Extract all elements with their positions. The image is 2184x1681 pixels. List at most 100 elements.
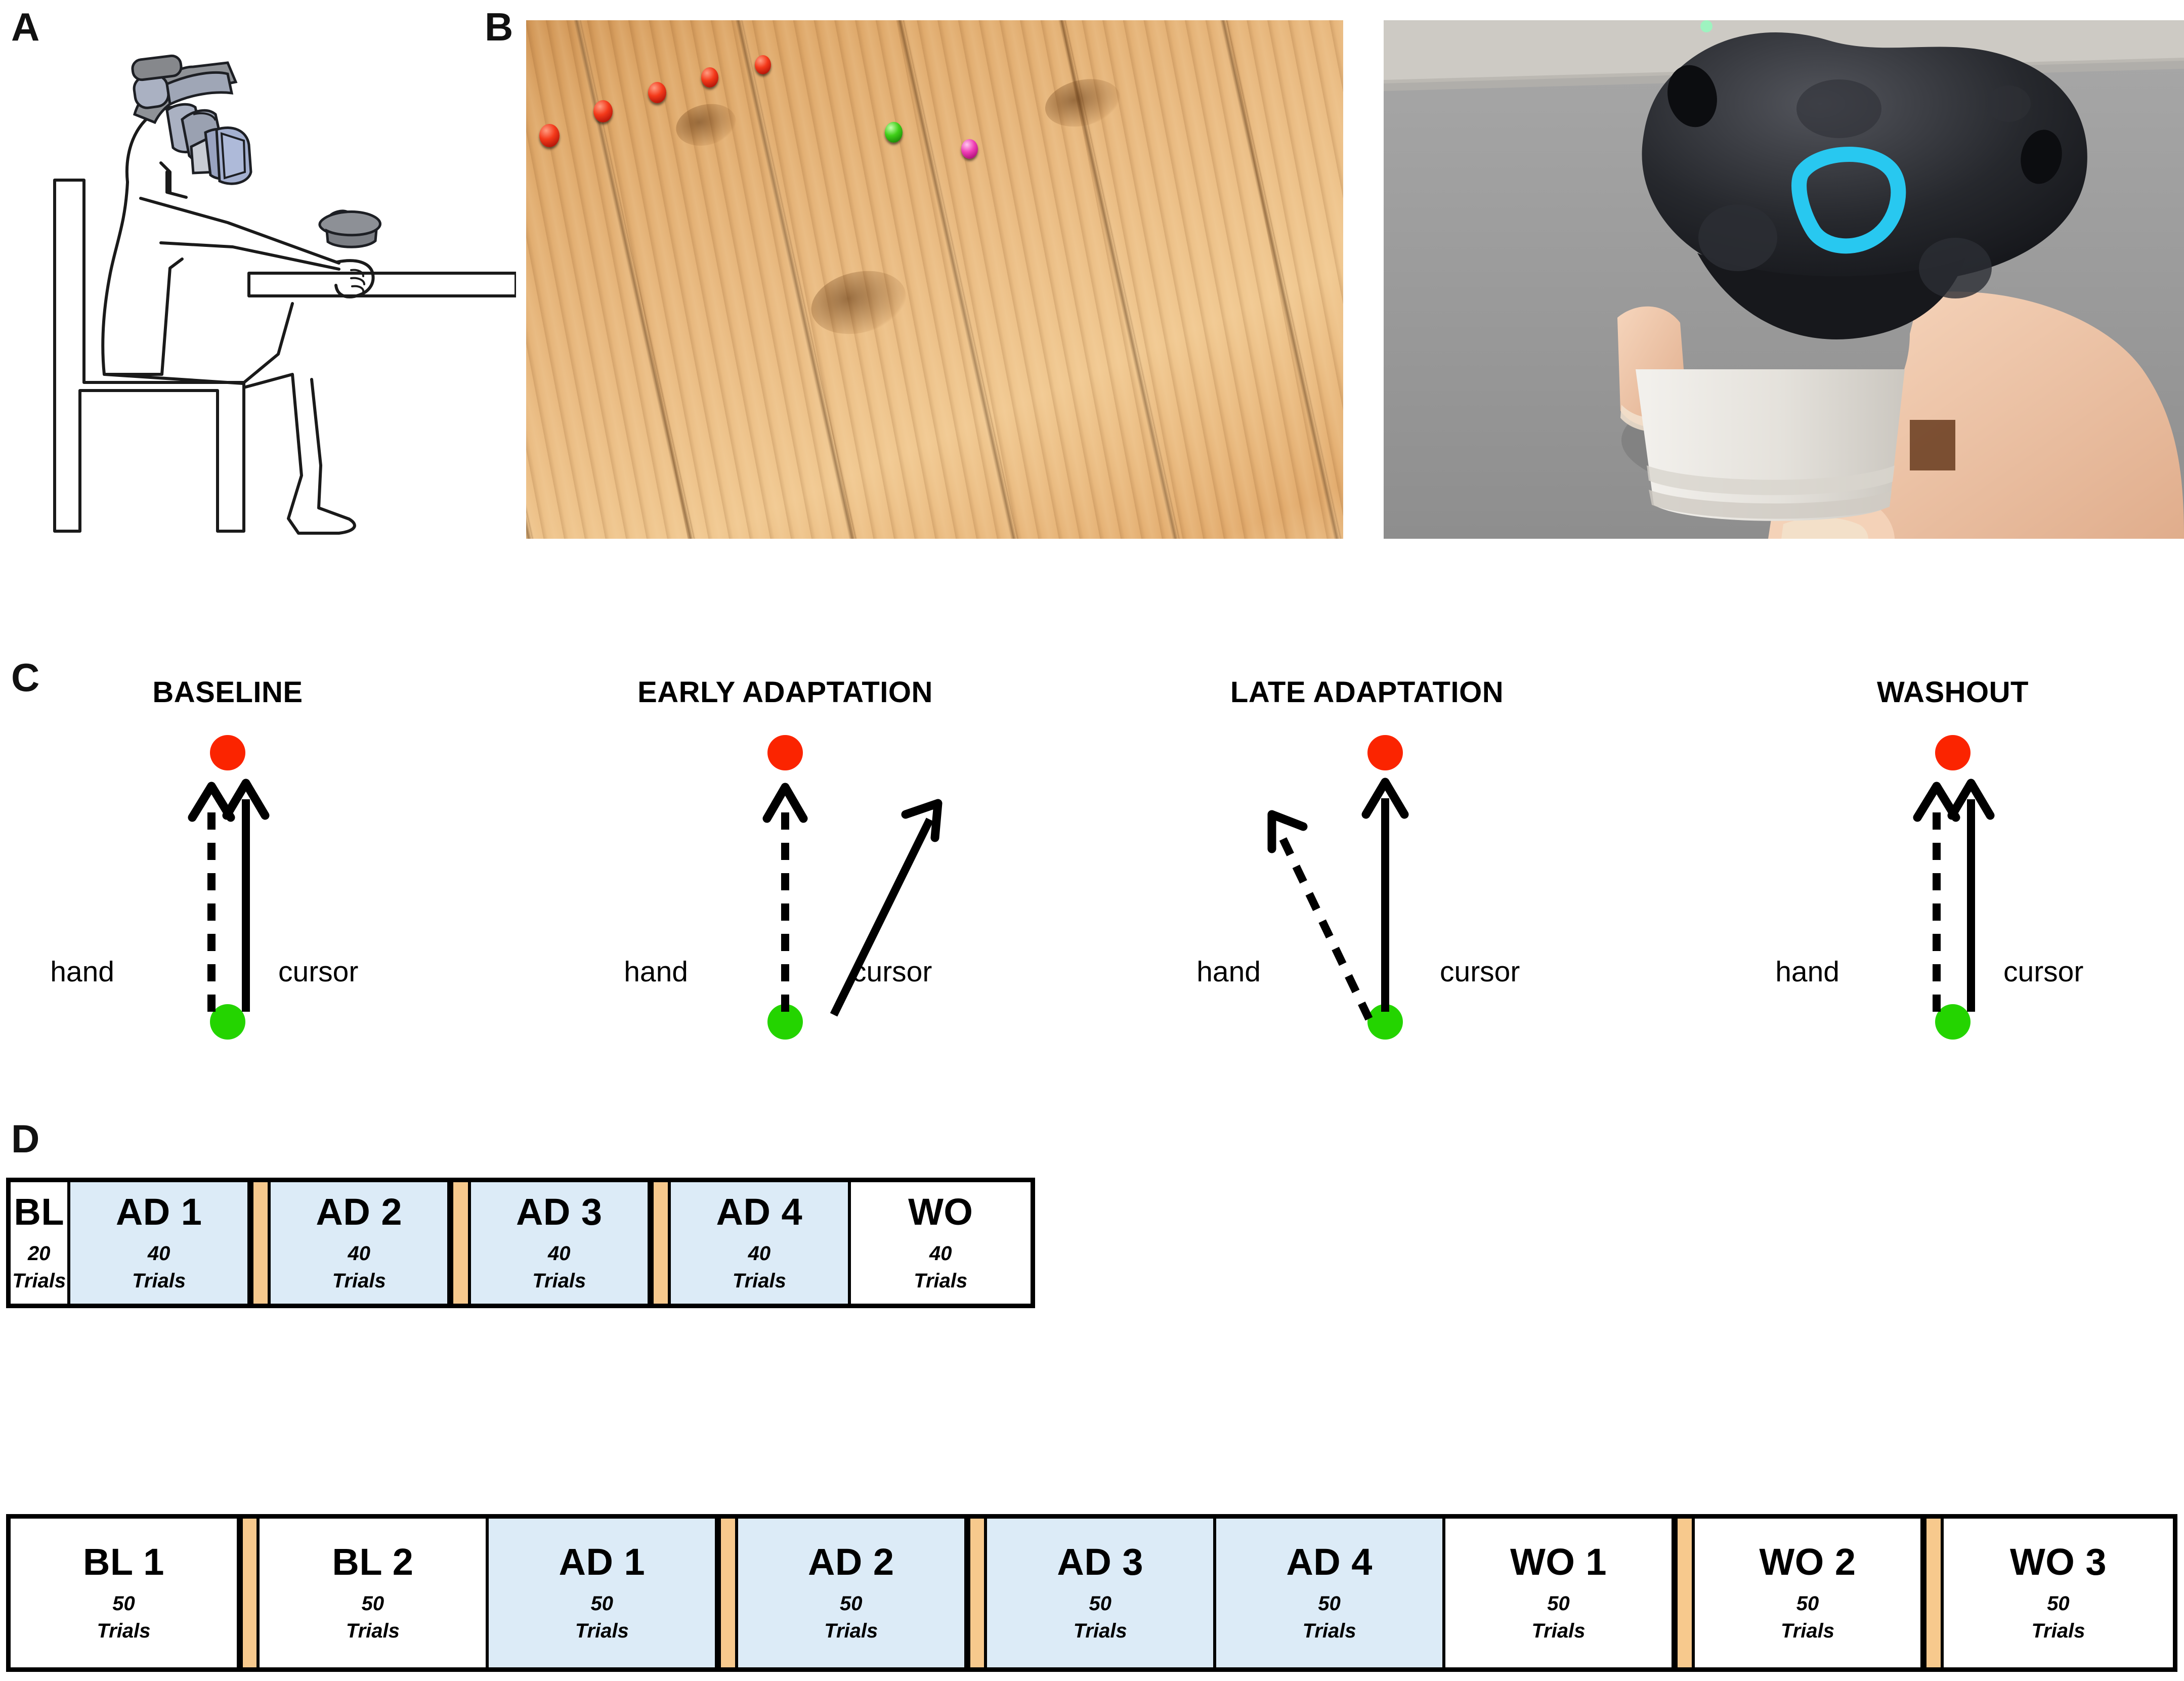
timeline-block-wo-2: WO 2 50 Trials — [1694, 1519, 1924, 1667]
timeline-block-ad-3: AD 3 50 Trials — [987, 1519, 1217, 1667]
block-trial-unit: Trials — [914, 1269, 968, 1292]
tracker-dimple-2 — [1919, 238, 1992, 298]
block-name: AD 1 — [559, 1541, 646, 1583]
block-trial-count: 40 — [748, 1242, 771, 1265]
condition-title: LATE ADAPTATION — [1230, 676, 1504, 709]
block-trial-unit: Trials — [824, 1619, 878, 1642]
timeline-block-ad-2: AD 2 40 Trials — [271, 1182, 451, 1304]
timeline-block-ad-4: AD 4 40 Trials — [671, 1182, 851, 1304]
hand-label: hand — [1196, 956, 1261, 988]
back-torso — [101, 181, 163, 376]
target-sphere-red-1 — [539, 124, 560, 147]
condition-diagram-washout: hand cursor — [1775, 735, 2083, 1040]
condition-diagram-baseline: hand cursor — [50, 735, 358, 1040]
rest-break — [450, 1182, 471, 1304]
timeline-block-ad-1: AD 1 40 Trials — [70, 1182, 250, 1304]
block-name: AD 4 — [1286, 1541, 1373, 1583]
headset-top-strap — [131, 54, 183, 81]
block-trial-unit: Trials — [12, 1269, 66, 1292]
timeline-block-bl: BL 20 Trials — [11, 1182, 71, 1304]
condition-title: EARLY ADAPTATION — [637, 676, 933, 709]
target-dot — [210, 735, 245, 770]
tracker-led — [1700, 20, 1712, 32]
block-trial-unit: Trials — [332, 1269, 386, 1292]
panel-d-protocol-timelines: BL 20 Trials AD 1 40 Trials AD 2 40 Trials AD 3 40… — [0, 1098, 2184, 1681]
block-trial-unit: Trials — [575, 1619, 629, 1642]
condition-early-adaptation: EARLY ADAPTATION hand cursor — [512, 658, 1058, 1072]
block-trial-unit: Trials — [346, 1619, 400, 1642]
target-dot — [767, 735, 803, 770]
timeline-block-wo: WO 40 Trials — [850, 1182, 1031, 1304]
target-sphere-red-3 — [648, 82, 666, 103]
condition-late-adaptation: LATE ADAPTATION hand cursor — [1094, 658, 1640, 1072]
condition-washout: WASHOUT hand cursor — [1680, 658, 2184, 1072]
leg-and-foot — [242, 373, 356, 535]
panel-letter-b: B — [485, 5, 513, 49]
timeline-block-wo-1: WO 1 50 Trials — [1445, 1519, 1675, 1667]
block-trial-count: 50 — [590, 1592, 614, 1615]
target-sphere-red-2 — [593, 100, 613, 122]
timeline-block-ad-3: AD 3 40 Trials — [470, 1182, 651, 1304]
block-trial-count: 50 — [1547, 1592, 1570, 1615]
block-name: WO — [908, 1191, 973, 1233]
vr-scene-screenshot — [526, 20, 1343, 539]
block-trial-unit: Trials — [2031, 1619, 2085, 1642]
tracker-dimple-1 — [1698, 204, 1777, 271]
panel-a-setup-illustration — [15, 20, 518, 541]
hand-path-dashed — [1276, 831, 1373, 1021]
hip-front — [160, 257, 184, 376]
block-trial-count: 50 — [2047, 1592, 2070, 1615]
timeline-block-bl-1: BL 1 50 Trials — [11, 1519, 240, 1667]
block-trial-count: 40 — [147, 1242, 170, 1265]
block-name: AD 3 — [1057, 1541, 1144, 1583]
condition-title: BASELINE — [152, 676, 303, 709]
panel-b-stimuli — [526, 20, 2184, 539]
experiment-2-timeline: BL 1 50 Trials BL 2 50 Trials AD 1 50 Trials AD 2… — [6, 1514, 2177, 1672]
cursor-label: cursor — [2003, 956, 2083, 988]
block-name: AD 3 — [516, 1191, 603, 1233]
panel-c-conditions: BASELINE hand cursor EARLY ADAPTATION ha… — [0, 658, 2184, 1072]
block-trial-count: 20 — [27, 1242, 51, 1265]
block-name: AD 2 — [807, 1541, 894, 1583]
target-sphere-red-4 — [701, 67, 718, 88]
condition-diagram-early-adaptation: hand cursor — [624, 735, 943, 1040]
block-trial-unit: Trials — [1302, 1619, 1356, 1642]
block-trial-unit: Trials — [1780, 1619, 1834, 1642]
cursor-sphere-magenta — [961, 139, 978, 159]
timeline-block-bl-2: BL 2 50 Trials — [260, 1519, 489, 1667]
block-trial-count: 40 — [929, 1242, 952, 1265]
block-trial-count: 50 — [112, 1592, 135, 1615]
block-trial-count: 40 — [348, 1242, 370, 1265]
chair-outline — [53, 179, 245, 533]
block-name: AD 1 — [115, 1191, 202, 1233]
rest-break — [239, 1519, 260, 1667]
block-trial-unit: Trials — [132, 1269, 186, 1292]
rest-break — [1674, 1519, 1695, 1667]
thigh — [103, 302, 294, 385]
timeline-block-wo-3: WO 3 50 Trials — [1943, 1519, 2173, 1667]
block-trial-count: 50 — [840, 1592, 863, 1615]
block-trial-unit: Trials — [532, 1269, 586, 1292]
block-name: BL 2 — [332, 1541, 414, 1583]
tracker-dimple-3 — [1796, 79, 1881, 138]
block-name: AD 4 — [716, 1191, 803, 1233]
block-trial-count: 50 — [1796, 1592, 1819, 1615]
hand-and-tracker-photo — [1384, 20, 2184, 539]
condition-diagram-late-adaptation: hand cursor — [1196, 735, 1520, 1040]
hand-label: hand — [50, 956, 114, 988]
block-trial-unit: Trials — [1531, 1619, 1586, 1642]
target-dot — [1367, 735, 1403, 770]
block-name: WO 1 — [1510, 1541, 1607, 1583]
block-name: BL — [14, 1191, 65, 1233]
vr-headset — [131, 54, 252, 185]
block-name: WO 2 — [1759, 1541, 1856, 1583]
hand-label: hand — [624, 956, 688, 988]
condition-baseline: BASELINE hand cursor — [0, 658, 501, 1072]
block-name: BL 1 — [82, 1541, 164, 1583]
vr-wooden-table — [526, 20, 1343, 539]
block-trial-count: 50 — [1089, 1592, 1111, 1615]
experiment-1-timeline: BL 20 Trials AD 1 40 Trials AD 2 40 Trials AD 3 40… — [6, 1178, 1035, 1308]
block-trial-unit: Trials — [1073, 1619, 1127, 1642]
timeline-block-ad-4: AD 4 50 Trials — [1216, 1519, 1446, 1667]
vr-controller-icon — [318, 209, 381, 248]
